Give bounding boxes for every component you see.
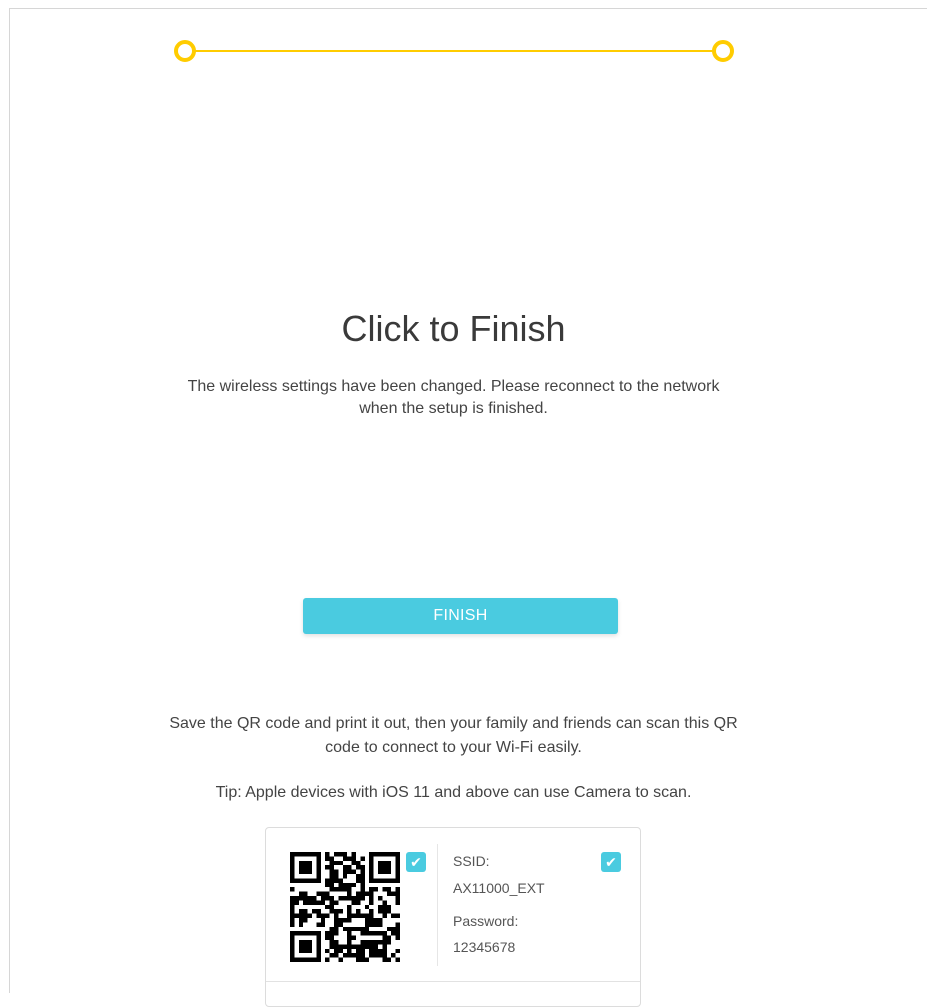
qr-tip: Tip: Apple devices with iOS 11 and above…	[215, 784, 692, 801]
progress-line	[185, 50, 723, 52]
checkmark-icon: ✔	[410, 854, 422, 870]
qr-select-checkbox[interactable]: ✔	[406, 852, 426, 872]
info-select-checkbox[interactable]: ✔	[601, 852, 621, 872]
qr-info-text: Save the QR code and print it out, then …	[120, 712, 787, 760]
qr-code-image	[290, 852, 400, 962]
qr-card: ✔ SSID: AX11000_EXT Password: 12345678 ✔	[265, 827, 641, 1007]
description-line-1: The wireless settings have been changed.…	[187, 378, 720, 395]
card-divider-horizontal	[266, 981, 640, 982]
finish-button[interactable]: FINISH	[303, 598, 618, 634]
card-divider-vertical	[437, 844, 438, 966]
password-label: Password:	[453, 913, 519, 929]
qr-info-line-1: Save the QR code and print it out, then …	[169, 715, 738, 732]
progress-step-1	[174, 40, 196, 62]
password-value: 12345678	[453, 939, 516, 955]
ssid-label: SSID:	[453, 853, 490, 869]
page-description: The wireless settings have been changed.…	[140, 376, 767, 420]
progress-step-2	[712, 40, 734, 62]
progress-indicator	[174, 40, 734, 62]
checkmark-icon: ✔	[605, 854, 617, 870]
ssid-value: AX11000_EXT	[453, 880, 545, 896]
qr-info-line-2: code to connect to your Wi-Fi easily.	[325, 739, 582, 756]
page-title: Click to Finish	[341, 308, 566, 349]
description-line-2: when the setup is finished.	[359, 400, 548, 417]
